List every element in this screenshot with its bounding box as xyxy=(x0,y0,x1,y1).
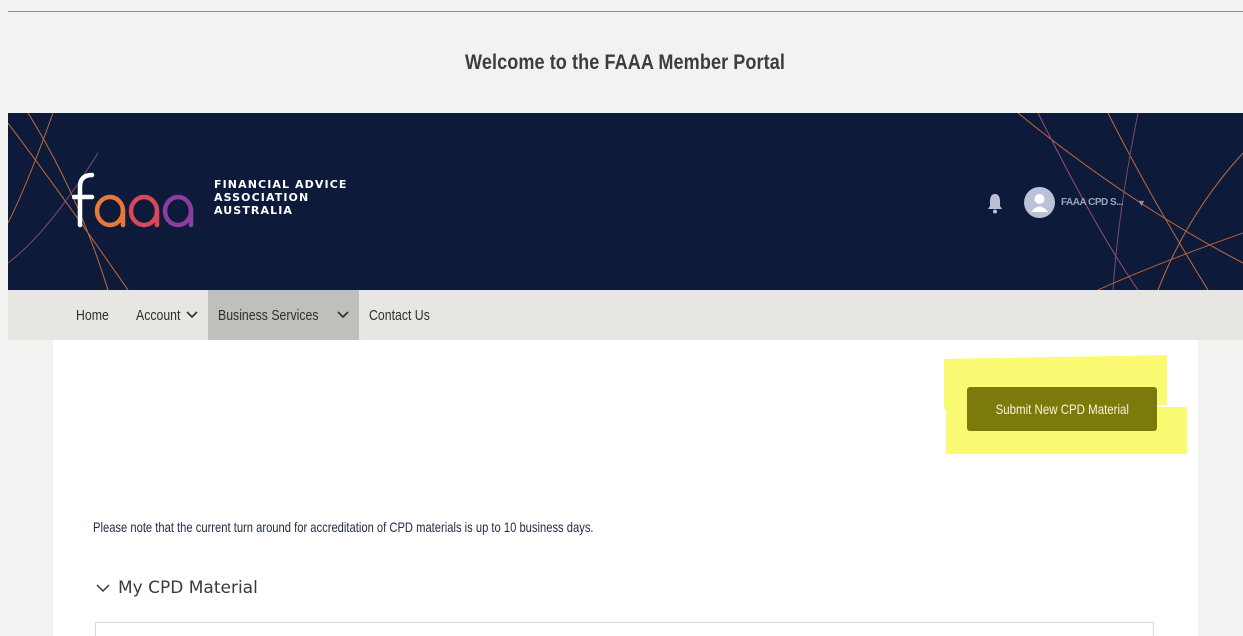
logo-line-2: ASSOCIATION xyxy=(214,190,310,204)
brand-header: FINANCIAL ADVICE ASSOCIATION AUSTRALIA F… xyxy=(8,113,1243,290)
nav-item-label: Contact Us xyxy=(368,306,430,324)
page-title: Welcome to the FAAA Member Portal xyxy=(465,50,786,74)
welcome-banner: Welcome to the FAAA Member Portal xyxy=(8,12,1243,113)
turnaround-notice: Please note that the current turn around… xyxy=(93,519,594,535)
submit-new-cpd-material-button[interactable]: Submit New CPD Material xyxy=(967,387,1157,431)
chevron-down-icon xyxy=(337,311,349,319)
user-name[interactable]: FAAA CPD S... xyxy=(1061,197,1124,208)
nav-item-label: Account xyxy=(136,306,181,324)
user-menu[interactable]: FAAA CPD S... ▼ xyxy=(986,187,1146,218)
faaa-wordmark-icon xyxy=(72,172,194,228)
chevron-down-icon xyxy=(96,584,110,593)
nav-item-contact-us[interactable]: Contact Us xyxy=(359,290,453,340)
nav-item-label: Home xyxy=(76,306,109,324)
logo-line-3: AUSTRALIA xyxy=(214,203,294,217)
main-nav: Home Account Business Services Contact U… xyxy=(8,290,1243,340)
nav-item-label: Business Services xyxy=(218,306,319,324)
section-title: My CPD Material xyxy=(118,578,258,598)
user-avatar-icon[interactable] xyxy=(1024,187,1055,218)
faaa-logo[interactable]: FINANCIAL ADVICE ASSOCIATION AUSTRALIA xyxy=(72,171,348,229)
cpd-material-table xyxy=(95,622,1154,636)
nav-item-home[interactable]: Home xyxy=(66,290,126,340)
my-cpd-material-toggle[interactable]: My CPD Material xyxy=(96,578,258,598)
logo-line-1: FINANCIAL ADVICE xyxy=(214,177,348,191)
button-label: Submit New CPD Material xyxy=(995,401,1129,417)
bell-icon[interactable] xyxy=(986,192,1004,214)
chevron-down-icon[interactable]: ▼ xyxy=(1137,198,1146,208)
logo-text: FINANCIAL ADVICE ASSOCIATION AUSTRALIA xyxy=(214,178,348,217)
nav-item-business-services[interactable]: Business Services xyxy=(208,290,359,340)
nav-item-account[interactable]: Account xyxy=(126,290,208,340)
chevron-down-icon xyxy=(186,311,198,319)
